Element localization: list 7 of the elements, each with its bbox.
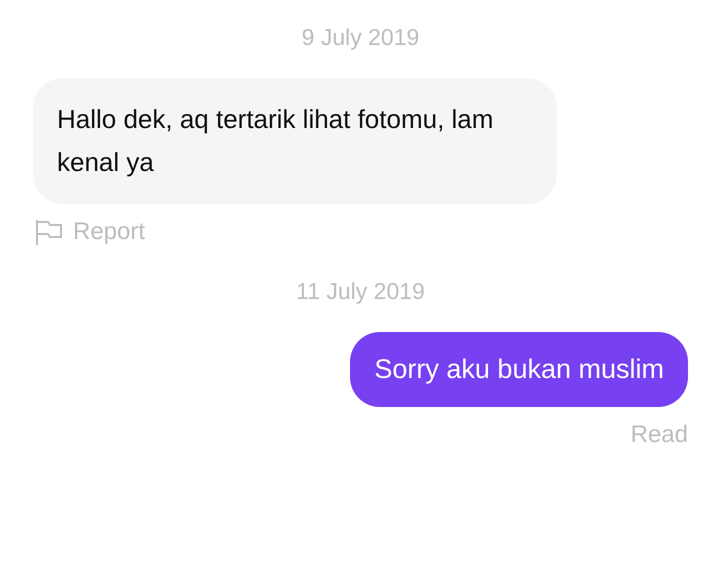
report-button[interactable]: Report	[35, 216, 146, 248]
incoming-message: Hallo dek, aq tertarik lihat fotomu, lam kenal ya	[33, 78, 557, 204]
read-status: Read	[630, 420, 688, 450]
date-divider: 9 July 2019	[302, 23, 420, 52]
outgoing-message: Sorry aku bukan muslim	[350, 332, 688, 407]
flag-icon	[35, 219, 63, 245]
date-divider: 11 July 2019	[296, 277, 425, 306]
